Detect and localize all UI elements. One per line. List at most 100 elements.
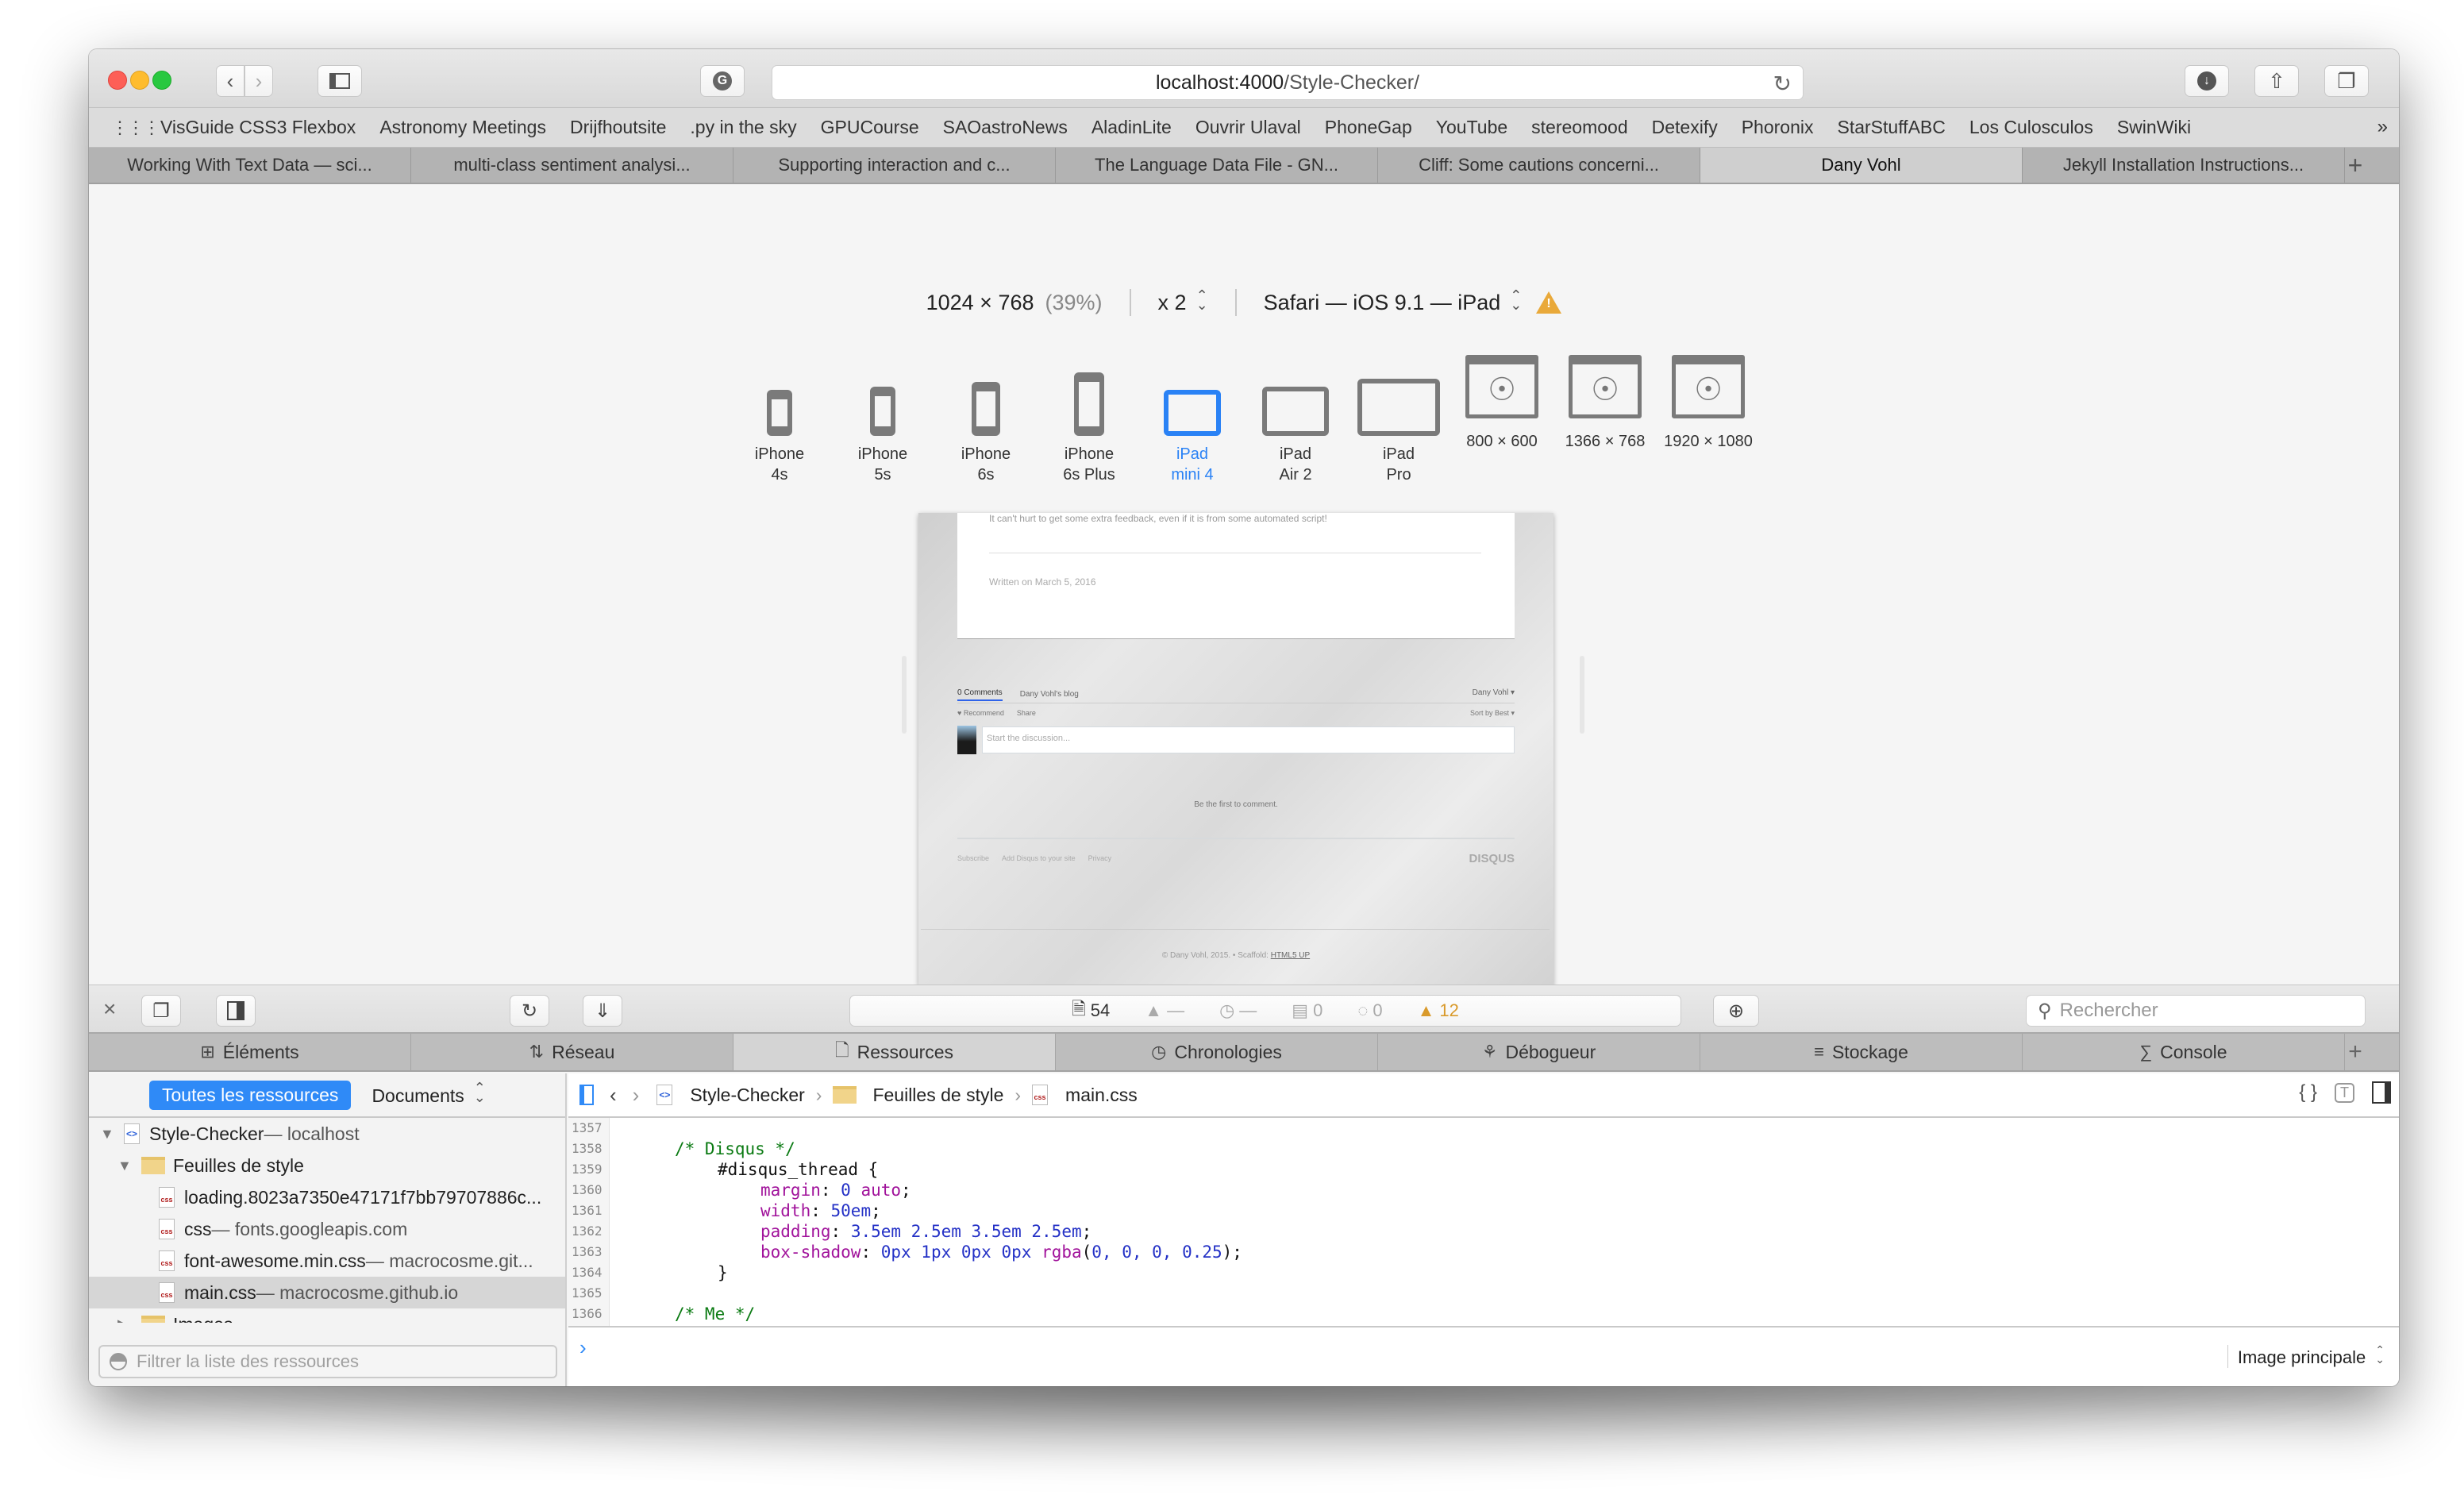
warning-icon[interactable] xyxy=(1536,291,1562,314)
bookmark-item[interactable]: .py in the sky xyxy=(690,117,796,138)
filter-resources-input[interactable]: Filtrer la liste des ressources xyxy=(98,1345,557,1378)
top-sites-grid-icon[interactable]: ⋮⋮⋮ xyxy=(111,118,160,138)
tree-item[interactable]: css css — fonts.googleapis.com xyxy=(89,1213,565,1245)
tree-item[interactable]: css loading.8023a7350e47171f7bb79707886c.… xyxy=(89,1181,565,1213)
tree-item[interactable]: ▶ Images xyxy=(89,1308,565,1323)
tree-item[interactable]: css main.css — macrocosme.github.io xyxy=(89,1277,565,1308)
back-button[interactable]: ‹ xyxy=(610,1083,617,1108)
reload-page-button[interactable]: ↻ xyxy=(510,995,549,1027)
bookmark-item[interactable]: PhoneGap xyxy=(1325,117,1412,138)
inspector-search-input[interactable]: ⚲ Rechercher xyxy=(2026,995,2366,1027)
browser-tab[interactable]: Working With Text Data — sci... xyxy=(89,148,411,183)
execution-context-select[interactable]: Image principale ⌃ ⌄ xyxy=(2227,1344,2385,1368)
add-tab-button[interactable]: + xyxy=(2345,1034,2366,1070)
breadcrumb-item[interactable]: Style-Checker xyxy=(690,1085,804,1106)
device-preset-iphone-5s[interactable]: iPhone 5s xyxy=(831,364,934,485)
add-disqus-link[interactable]: Add Disqus to your site xyxy=(1002,854,1076,862)
inspector-tab-timelines[interactable]: ◷ Chronologies xyxy=(1056,1034,1378,1070)
discussion-input[interactable]: Start the discussion... xyxy=(982,726,1515,753)
inspect-element-button[interactable]: ⊕ xyxy=(1713,995,1759,1027)
privacy-link[interactable]: Privacy xyxy=(1088,854,1112,862)
device-preset-ipad-pro[interactable]: iPad Pro xyxy=(1347,364,1450,485)
browser-tab[interactable]: Jekyll Installation Instructions... xyxy=(2023,148,2345,183)
disqus-user-menu[interactable]: Dany Vohl ▾ xyxy=(1473,688,1515,697)
inspector-tab-network[interactable]: ⇅ Réseau xyxy=(411,1034,733,1070)
blog-tab[interactable]: Dany Vohl's blog xyxy=(1020,690,1079,699)
forward-button[interactable]: › xyxy=(244,65,273,97)
browser-tab[interactable]: Cliff: Some cautions concerni... xyxy=(1378,148,1700,183)
show-tabs-button[interactable]: ❐ xyxy=(2324,65,2369,97)
sort-select[interactable]: Sort by Best ▾ xyxy=(1470,709,1515,718)
bookmark-item[interactable]: AladinLite xyxy=(1091,117,1172,138)
sidebar-toggle-button[interactable] xyxy=(318,65,362,97)
quick-console[interactable]: › Image principale ⌃ ⌄ xyxy=(568,1326,2399,1386)
details-sidebar-icon[interactable] xyxy=(2372,1081,2391,1104)
disclosure-expanded-icon[interactable]: ▼ xyxy=(117,1158,135,1174)
inspector-tab-debugger[interactable]: ⚘ Débogueur xyxy=(1378,1034,1700,1070)
bookmark-item[interactable]: Los Culosculos xyxy=(1969,117,2093,138)
forward-button[interactable]: › xyxy=(633,1083,640,1108)
bookmark-item[interactable]: stereomood xyxy=(1531,117,1627,138)
bookmark-item[interactable]: Astronomy Meetings xyxy=(379,117,546,138)
bookmark-item[interactable]: YouTube xyxy=(1436,117,1507,138)
dock-side-button[interactable] xyxy=(216,995,256,1027)
device-preset-1366-768[interactable]: ☉ 1366 × 768 xyxy=(1553,355,1657,485)
share-button[interactable]: ⇧ xyxy=(2254,65,2299,97)
device-preset-iphone-6s[interactable]: iPhone 6s xyxy=(934,364,1038,485)
tree-item[interactable]: ▼ <> Style-Checker — localhost xyxy=(89,1118,565,1150)
device-preset-ipad-mini-4[interactable]: iPad mini 4 xyxy=(1141,364,1244,485)
bookmark-item[interactable]: Ouvrir Ulaval xyxy=(1195,117,1301,138)
tree-item[interactable]: ▼ Feuilles de style xyxy=(89,1150,565,1181)
device-preset-iphone-6s-plus[interactable]: iPhone 6s Plus xyxy=(1038,364,1141,485)
breadcrumb-item[interactable]: main.css xyxy=(1065,1085,1138,1106)
bookmark-item[interactable]: StarStuffABC xyxy=(1838,117,1946,138)
close-window-button[interactable] xyxy=(108,71,127,90)
pixel-ratio-select[interactable]: x 2 ⌃ ⌄ xyxy=(1158,288,1208,315)
grammarly-extension-button[interactable]: G xyxy=(700,65,745,97)
subscribe-link[interactable]: Subscribe xyxy=(957,854,989,862)
tree-item[interactable]: css font-awesome.min.css — macrocosme.git… xyxy=(89,1245,565,1277)
inspector-tab-console[interactable]: ∑ Console xyxy=(2023,1034,2345,1070)
resize-handle-left[interactable] xyxy=(902,656,907,734)
bookmark-item[interactable]: Phoronix xyxy=(1742,117,1814,138)
inspector-tab-resources[interactable]: 🗋 Ressources xyxy=(733,1034,1056,1070)
recommend-button[interactable]: ♥ Recommend xyxy=(957,709,1004,717)
type-info-icon[interactable]: T xyxy=(2335,1082,2354,1103)
detach-inspector-button[interactable]: ❐ xyxy=(141,995,181,1027)
bookmark-item[interactable]: SwinWiki xyxy=(2117,117,2191,138)
bookmark-item[interactable]: GPUCourse xyxy=(821,117,919,138)
disclosure-collapsed-icon[interactable]: ▶ xyxy=(117,1316,135,1324)
close-inspector-icon[interactable]: × xyxy=(103,996,116,1022)
downloads-button[interactable]: ↓ xyxy=(2185,65,2229,97)
scaffold-link[interactable]: HTML5 UP xyxy=(1271,951,1310,960)
all-resources-button[interactable]: Toutes les ressources xyxy=(149,1080,352,1110)
documents-select[interactable]: Documents ⌃ ⌄ xyxy=(372,1081,485,1107)
breadcrumb-item[interactable]: Feuilles de style xyxy=(872,1085,1003,1106)
pretty-print-icon[interactable]: { } xyxy=(2299,1081,2317,1104)
activity-status[interactable]: 🗎 54 ▲ — ◷ — ▤ 0 ◌ 0 ▲ 12 xyxy=(849,995,1681,1027)
inspector-tab-storage[interactable]: ≡ Stockage xyxy=(1700,1034,2023,1070)
back-button[interactable]: ‹ xyxy=(216,65,244,97)
bookmark-item[interactable]: Drijfhoutsite xyxy=(570,117,666,138)
comments-count-tab[interactable]: 0 Comments xyxy=(957,688,1003,701)
device-preset-1920-1080[interactable]: ☉ 1920 × 1080 xyxy=(1657,355,1760,485)
minimize-window-button[interactable] xyxy=(130,71,149,90)
device-preset-ipad-air-2[interactable]: iPad Air 2 xyxy=(1244,364,1347,485)
user-agent-select[interactable]: Safari — iOS 9.1 — iPad ⌃ ⌄ xyxy=(1264,288,1523,315)
bookmarks-overflow-button[interactable]: » xyxy=(2377,116,2388,138)
navigation-sidebar-toggle-icon[interactable] xyxy=(579,1085,594,1105)
device-preset-iphone-4s[interactable]: iPhone 4s xyxy=(728,364,831,485)
reload-icon[interactable]: ↻ xyxy=(1773,71,1792,97)
code-view[interactable]: 1357 1358 /* Disqus */ 1359 #disqus_thread {… xyxy=(568,1118,2399,1326)
disclosure-expanded-icon[interactable]: ▼ xyxy=(100,1126,117,1143)
browser-tab[interactable]: Supporting interaction and c... xyxy=(733,148,1056,183)
bookmark-item[interactable]: Detexify xyxy=(1652,117,1718,138)
new-tab-button[interactable]: + xyxy=(2345,148,2366,183)
browser-tab[interactable]: Dany Vohl xyxy=(1700,148,2023,183)
bookmark-item[interactable]: VisGuide CSS3 Flexbox xyxy=(160,117,356,138)
disqus-logo[interactable]: DISQUS xyxy=(1469,852,1515,865)
resize-handle-right[interactable] xyxy=(1580,656,1584,734)
share-button[interactable]: Share xyxy=(1017,709,1036,717)
zoom-window-button[interactable] xyxy=(152,71,171,90)
address-bar[interactable]: localhost:4000/Style-Checker/ ↻ xyxy=(772,65,1804,100)
